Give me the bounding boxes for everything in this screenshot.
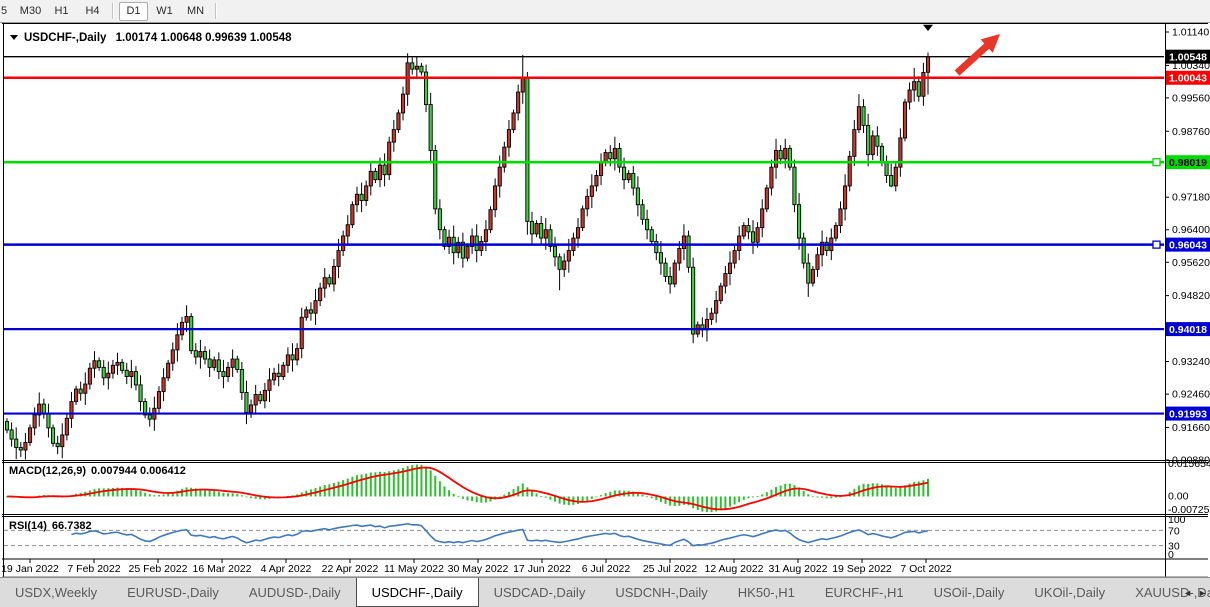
price-label-box: 1.00043 [1169,73,1207,85]
rsi-axis-label: 0 [1168,549,1174,561]
date-axis-label: 7 Oct 2022 [900,563,952,575]
date-axis-label: 25 Jul 2022 [643,563,697,575]
line-selection-handle[interactable] [1153,241,1160,248]
date-axis-label: 19 Jan 2022 [1,563,59,575]
tab-usdx-weekly[interactable]: USDX,Weekly [0,578,112,607]
tab-eurusd-daily[interactable]: EURUSD-,Daily [112,578,234,607]
timeframe-button-5[interactable]: 5 [0,2,14,21]
tab-ukoil-daily[interactable]: UKOil-,Daily [1019,578,1120,607]
tab-scroll-right-icon[interactable]: ► [1198,588,1207,598]
price-axis-tick: 0.95620 [1172,257,1210,269]
price-axis-tick: 0.93240 [1172,356,1210,368]
date-axis-label: 7 Feb 2022 [67,563,120,575]
mt4-terminal: { "toolbar": { "timeframes": [ {"label":… [0,0,1210,607]
tab-usoil-daily[interactable]: USOil-,Daily [919,578,1020,607]
price-axis-tick: 0.94820 [1172,290,1210,302]
price-axis-tick: 1.00340 [1172,60,1210,72]
date-axis-label: 22 Apr 2022 [322,563,379,575]
date-axis-label: 31 Aug 2022 [769,563,828,575]
date-axis-label: 30 May 2022 [448,563,509,575]
date-axis-label: 25 Feb 2022 [129,563,188,575]
toolbar-separator [112,3,114,19]
date-axis-label: 19 Sep 2022 [832,563,892,575]
timeframe-button-m30[interactable]: M30 [16,2,45,21]
price-axis-tick: 1.01140 [1172,27,1209,39]
price-label-box: 0.96043 [1169,239,1207,251]
timeframe-button-d1[interactable]: D1 [119,2,148,21]
price-label-box: 0.91993 [1169,408,1207,420]
svg-text:USDCHF-,Daily 1.00174: USDCHF-,Daily 1.00174 1.00648 0.99639 1.… [24,32,292,44]
tab-hk50-h1[interactable]: HK50-,H1 [723,578,810,607]
rsi-current-value: 66.7382 [52,520,92,532]
symbol-tab-bar: USDX,WeeklyEURUSD-,DailyAUDUSD-,DailyUSD… [0,577,1210,607]
price-axis-tick: 0.96400 [1172,224,1210,236]
chart-ohlc-values: 1.00174 1.00648 0.99639 1.00548 [116,32,292,44]
line-selection-handle[interactable] [1153,159,1160,166]
chart-symbol-label: USDCHF-,Daily [24,32,107,44]
macd-axis-label: 0.015654 [1168,458,1210,470]
price-axis-tick: 0.99560 [1172,92,1210,104]
tab-audusd-daily[interactable]: AUDUSD-,Daily [234,578,356,607]
tab-scroll-buttons: ◄ ► [1183,578,1207,607]
chart-surface[interactable]: 1.005481.000430.980190.960430.940180.919… [0,0,1210,607]
date-axis-label: 11 May 2022 [384,563,444,575]
timeframe-button-mn[interactable]: MN [181,2,210,21]
price-label-box: 0.98019 [1169,157,1207,169]
toolbar-separator [215,3,217,19]
tab-usdchf-daily[interactable]: USDCHF-,Daily [356,578,479,607]
timeframe-button-h1[interactable]: H1 [47,2,76,21]
price-axis-tick: 0.92460 [1172,389,1210,401]
price-axis-tick: 0.91660 [1172,422,1210,434]
macd-label: MACD(12,26,9)0.007944 0.006412 [9,465,186,477]
tab-usdcnh-daily[interactable]: USDCNH-,Daily [600,578,722,607]
macd-axis-label: 0.00 [1168,490,1189,502]
timeframe-button-w1[interactable]: W1 [150,2,179,21]
tab-scroll-left-icon[interactable]: ◄ [1183,588,1192,598]
rsi-axis-label: 70 [1168,525,1180,537]
chart-title: USDCHF-,Daily 1.00174 1.00648 0.99639 1.… [10,32,292,44]
price-axis-tick: 0.97180 [1172,192,1210,204]
timeframe-toolbar: 5M30H1H4 D1W1MN [0,0,1210,23]
rsi-axis-label: 100 [1168,514,1186,526]
price-axis-tick: 0.98760 [1172,126,1210,138]
tab-eurchf-h1[interactable]: EURCHF-,H1 [810,578,919,607]
price-label-box: 0.94018 [1169,324,1207,336]
date-axis-label: 17 Jun 2022 [513,563,571,575]
macd-current-values: 0.007944 0.006412 [91,465,186,477]
tab-usdcad-daily[interactable]: USDCAD-,Daily [479,578,601,607]
date-axis-label: 6 Jul 2022 [582,563,631,575]
timeframe-button-h4[interactable]: H4 [78,2,107,21]
date-axis-label: 4 Apr 2022 [261,563,312,575]
date-axis-label: 16 Mar 2022 [193,563,252,575]
date-axis-label: 12 Aug 2022 [705,563,764,575]
